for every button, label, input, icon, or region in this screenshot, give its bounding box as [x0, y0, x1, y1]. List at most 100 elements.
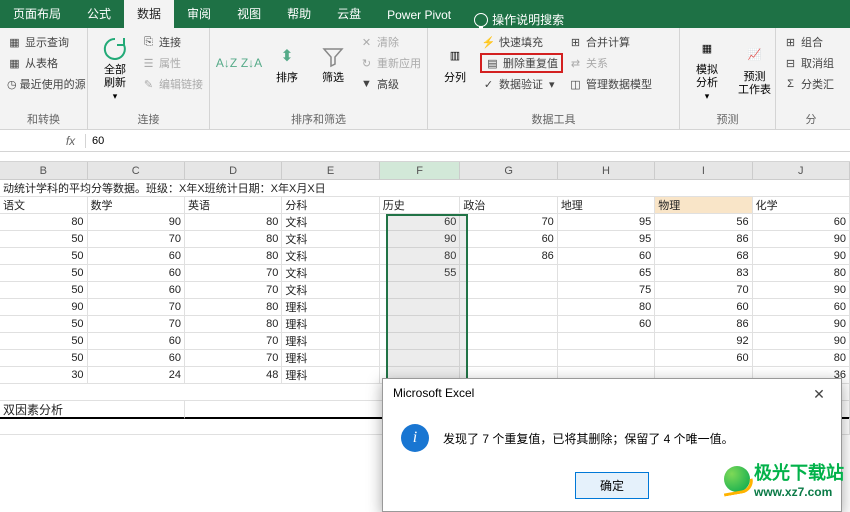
- data-cell[interactable]: 80: [558, 299, 655, 316]
- header-cell[interactable]: 历史: [380, 197, 461, 214]
- sort-za-button[interactable]: Z↓A: [241, 32, 262, 94]
- ungroup-button[interactable]: ⊟取消组: [782, 53, 840, 73]
- data-cell[interactable]: 60: [88, 350, 185, 367]
- data-cell[interactable]: 90: [753, 248, 850, 265]
- data-cell[interactable]: 理科: [282, 299, 379, 316]
- data-model-button[interactable]: ◫管理数据模型: [567, 74, 653, 94]
- data-cell[interactable]: 70: [88, 231, 185, 248]
- data-cell[interactable]: 文科: [282, 265, 379, 282]
- header-cell[interactable]: 地理: [558, 197, 655, 214]
- data-cell[interactable]: 80: [380, 248, 461, 265]
- data-cell[interactable]: 70: [655, 282, 752, 299]
- data-cell[interactable]: 80: [185, 248, 282, 265]
- advanced-filter-button[interactable]: ▼高级: [358, 74, 422, 94]
- data-cell[interactable]: 80: [185, 231, 282, 248]
- data-cell[interactable]: 86: [460, 248, 557, 265]
- data-cell[interactable]: 60: [88, 282, 185, 299]
- header-cell[interactable]: 物理: [655, 197, 752, 214]
- data-cell[interactable]: 50: [0, 282, 88, 299]
- data-cell[interactable]: 90: [753, 282, 850, 299]
- subtotal-button[interactable]: Σ分类汇: [782, 74, 840, 94]
- refresh-all-button[interactable]: 全部刷新▾: [94, 32, 136, 105]
- data-cell[interactable]: 92: [655, 333, 752, 350]
- data-cell[interactable]: 86: [655, 316, 752, 333]
- formula-input[interactable]: 60: [86, 135, 850, 147]
- header-cell[interactable]: 政治: [460, 197, 557, 214]
- section-label[interactable]: 双因素分析: [0, 401, 185, 419]
- data-cell[interactable]: 50: [0, 333, 88, 350]
- data-cell[interactable]: 65: [558, 265, 655, 282]
- data-cell[interactable]: 60: [753, 299, 850, 316]
- tab-help[interactable]: 帮助: [274, 0, 324, 28]
- title-cell[interactable]: 动统计学科的平均分等数据。班级：X年X班统计日期：X年X月X日: [0, 180, 850, 197]
- col-header[interactable]: D: [185, 162, 282, 179]
- data-cell[interactable]: 80: [0, 214, 88, 231]
- data-cell[interactable]: 75: [558, 282, 655, 299]
- data-cell[interactable]: 70: [88, 316, 185, 333]
- connections-button[interactable]: ⎘连接: [140, 32, 204, 52]
- data-cell[interactable]: 86: [655, 231, 752, 248]
- col-header[interactable]: F: [380, 162, 461, 179]
- data-cell[interactable]: 90: [753, 316, 850, 333]
- data-cell[interactable]: 55: [380, 265, 461, 282]
- data-cell[interactable]: 60: [380, 214, 461, 231]
- data-cell[interactable]: 80: [185, 316, 282, 333]
- data-cell[interactable]: 80: [185, 214, 282, 231]
- data-cell[interactable]: [460, 265, 557, 282]
- data-cell[interactable]: 60: [558, 248, 655, 265]
- col-header[interactable]: E: [282, 162, 379, 179]
- data-cell[interactable]: [558, 350, 655, 367]
- data-cell[interactable]: [380, 282, 461, 299]
- what-if-button[interactable]: ▦模拟分析▾: [686, 32, 728, 105]
- tab-power-pivot[interactable]: Power Pivot: [374, 2, 464, 28]
- data-cell[interactable]: 60: [88, 248, 185, 265]
- data-cell[interactable]: [380, 316, 461, 333]
- data-cell[interactable]: 60: [655, 299, 752, 316]
- data-cell[interactable]: 文科: [282, 248, 379, 265]
- data-cell[interactable]: 70: [185, 350, 282, 367]
- data-cell[interactable]: 90: [380, 231, 461, 248]
- text-to-columns-button[interactable]: ▥分列: [434, 32, 476, 94]
- data-cell[interactable]: 48: [185, 367, 282, 384]
- data-cell[interactable]: 理科: [282, 367, 379, 384]
- from-table-button[interactable]: ▦从表格: [6, 53, 81, 73]
- group-button[interactable]: ⊞组合: [782, 32, 840, 52]
- data-cell[interactable]: 60: [655, 350, 752, 367]
- data-cell[interactable]: [460, 299, 557, 316]
- fx-icon[interactable]: fx: [56, 134, 86, 148]
- flash-fill-button[interactable]: ⚡快速填充: [480, 32, 563, 52]
- header-cell[interactable]: 语文: [0, 197, 88, 214]
- data-cell[interactable]: 文科: [282, 282, 379, 299]
- data-cell[interactable]: [380, 333, 461, 350]
- data-cell[interactable]: 90: [0, 299, 88, 316]
- consolidate-button[interactable]: ⊞合并计算: [567, 32, 653, 52]
- data-cell[interactable]: 理科: [282, 333, 379, 350]
- data-cell[interactable]: 60: [558, 316, 655, 333]
- recent-sources-button[interactable]: ◷最近使用的源: [6, 74, 81, 94]
- data-cell[interactable]: 24: [88, 367, 185, 384]
- data-cell[interactable]: 95: [558, 231, 655, 248]
- header-cell[interactable]: 英语: [185, 197, 282, 214]
- tab-page-layout[interactable]: 页面布局: [0, 0, 74, 28]
- data-cell[interactable]: 90: [753, 231, 850, 248]
- sort-az-button[interactable]: A↓Z: [216, 32, 237, 94]
- data-cell[interactable]: 文科: [282, 231, 379, 248]
- data-cell[interactable]: 文科: [282, 214, 379, 231]
- data-cell[interactable]: 30: [0, 367, 88, 384]
- tab-view[interactable]: 视图: [224, 0, 274, 28]
- data-cell[interactable]: 80: [185, 299, 282, 316]
- data-cell[interactable]: [460, 316, 557, 333]
- data-cell[interactable]: 83: [655, 265, 752, 282]
- dialog-close-button[interactable]: ✕: [807, 386, 831, 403]
- data-cell[interactable]: 80: [753, 265, 850, 282]
- sort-button[interactable]: ⬍排序: [266, 32, 308, 94]
- data-cell[interactable]: 60: [753, 214, 850, 231]
- data-cell[interactable]: 50: [0, 231, 88, 248]
- data-cell[interactable]: 90: [88, 214, 185, 231]
- data-validation-button[interactable]: ✓数据验证 ▾: [480, 74, 563, 94]
- data-cell[interactable]: [460, 333, 557, 350]
- data-cell[interactable]: 60: [88, 333, 185, 350]
- tab-cloud[interactable]: 云盘: [324, 0, 374, 28]
- filter-button[interactable]: 筛选: [312, 32, 354, 94]
- data-cell[interactable]: [460, 350, 557, 367]
